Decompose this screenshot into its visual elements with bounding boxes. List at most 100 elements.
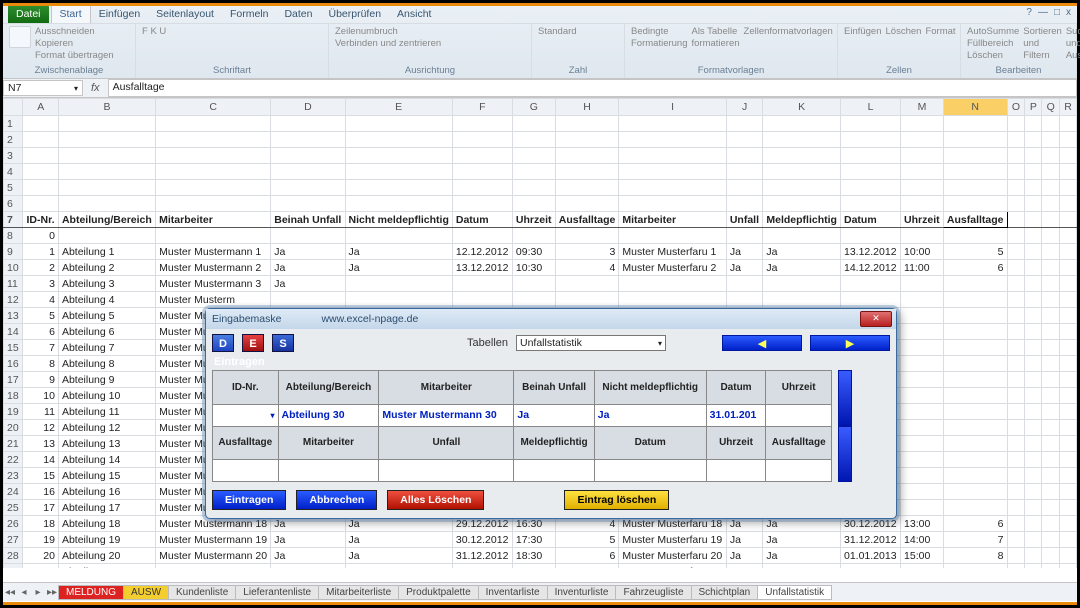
maximize-icon[interactable]: □ (1054, 7, 1060, 18)
cell[interactable] (943, 324, 1007, 340)
cell[interactable]: 1 (23, 244, 58, 260)
cell[interactable]: Ja (345, 532, 452, 548)
cell[interactable] (943, 292, 1007, 308)
row-header[interactable]: 13 (4, 308, 23, 324)
cell[interactable] (1025, 372, 1042, 388)
sheet-tab[interactable]: Schichtplan (691, 585, 759, 600)
cell[interactable]: 8 (23, 356, 58, 372)
col-header-A[interactable]: A (23, 99, 58, 116)
cell[interactable]: Abteilung 4 (58, 292, 155, 308)
cell[interactable] (1060, 564, 1077, 569)
cell[interactable] (1060, 548, 1077, 564)
conditional-format-button[interactable]: Bedingte Formatierung (631, 26, 687, 50)
copy-button[interactable]: Kopieren (35, 38, 114, 50)
cell[interactable]: 09:30 (512, 244, 555, 260)
cell[interactable]: 0 (23, 228, 58, 244)
cell[interactable]: 16:00 (901, 564, 944, 569)
tab-insert[interactable]: Einfügen (91, 5, 148, 23)
col-header-O[interactable]: O (1007, 99, 1025, 116)
cell[interactable]: Ja (271, 276, 345, 292)
form-input-cell[interactable]: 31.01.201 (706, 404, 766, 426)
cell[interactable] (943, 452, 1007, 468)
cell[interactable]: Abteilung 21 (58, 564, 155, 569)
cell[interactable]: Abteilung 8 (58, 356, 155, 372)
cell[interactable]: Ja (345, 260, 452, 276)
next-record-button[interactable]: ▶ (810, 335, 890, 351)
cell[interactable]: Abteilung 16 (58, 484, 155, 500)
col-header-I[interactable]: I (619, 99, 726, 116)
scroll-down-button[interactable] (838, 426, 852, 482)
cell[interactable] (555, 292, 619, 308)
cell[interactable]: Abteilung 9 (58, 372, 155, 388)
cell[interactable] (1042, 308, 1060, 324)
cell[interactable]: Ja (271, 244, 345, 260)
column-header-cell[interactable]: Ausfalltage (555, 212, 619, 228)
cell[interactable]: 31.12.2012 (840, 532, 900, 548)
row-header[interactable]: 29 (4, 564, 23, 569)
row-header[interactable]: 26 (4, 516, 23, 532)
cell[interactable]: Ja (726, 564, 763, 569)
number-format-select[interactable]: Standard (538, 26, 577, 38)
cell[interactable] (1042, 548, 1060, 564)
cell[interactable] (1042, 292, 1060, 308)
tab-formulas[interactable]: Formeln (222, 5, 277, 23)
cell[interactable]: 31.12.2012 (452, 548, 512, 564)
column-header-cell[interactable]: ID-Nr. (23, 212, 58, 228)
cell[interactable] (943, 484, 1007, 500)
cell[interactable] (1007, 436, 1025, 452)
form-input-cell[interactable] (766, 404, 832, 426)
cell[interactable] (1007, 548, 1025, 564)
cell[interactable] (943, 308, 1007, 324)
row-header[interactable]: 3 (4, 148, 23, 164)
cell[interactable]: 4 (555, 260, 619, 276)
col-header-C[interactable]: C (156, 99, 271, 116)
cell[interactable]: Muster Mustermann 1 (156, 244, 271, 260)
mode-d-button[interactable]: D (212, 334, 234, 352)
cell[interactable] (1025, 548, 1042, 564)
cell[interactable] (1042, 532, 1060, 548)
cell[interactable] (901, 308, 944, 324)
cell[interactable]: Ja (763, 244, 841, 260)
cell[interactable] (1042, 500, 1060, 516)
cell[interactable] (1025, 276, 1042, 292)
cell[interactable] (1042, 388, 1060, 404)
column-header-cell[interactable] (1007, 212, 1025, 228)
cell[interactable]: 6 (943, 516, 1007, 532)
merge-center-button[interactable]: Verbinden und zentrieren (335, 38, 441, 50)
cell[interactable]: 9 (943, 564, 1007, 569)
row-header[interactable]: 15 (4, 340, 23, 356)
tab-review[interactable]: Überprüfen (321, 5, 390, 23)
cell[interactable]: 12.12.2012 (452, 244, 512, 260)
cell[interactable] (156, 228, 271, 244)
col-header-H[interactable]: H (555, 99, 619, 116)
table-select[interactable]: Unfallstatistik▾ (516, 335, 666, 351)
sort-filter-button[interactable]: Sortieren und Filtern (1023, 26, 1062, 62)
cell[interactable] (555, 228, 619, 244)
row-header[interactable]: 4 (4, 164, 23, 180)
row-header[interactable]: 17 (4, 372, 23, 388)
cell[interactable]: Abteilung 6 (58, 324, 155, 340)
cell[interactable] (1042, 452, 1060, 468)
cell[interactable] (1007, 468, 1025, 484)
cell[interactable] (345, 228, 452, 244)
wrap-text-button[interactable]: Zeilenumbruch (335, 26, 441, 38)
cell[interactable]: Ja (345, 548, 452, 564)
minimize-icon[interactable]: — (1038, 7, 1048, 18)
cell[interactable] (1060, 516, 1077, 532)
cell[interactable] (512, 276, 555, 292)
cell[interactable] (840, 292, 900, 308)
sheet-tab[interactable]: Produktpalette (398, 585, 479, 600)
cell[interactable] (619, 292, 726, 308)
cell[interactable] (901, 388, 944, 404)
cell[interactable] (1060, 228, 1077, 244)
cell[interactable] (1007, 260, 1025, 276)
cell[interactable] (1042, 324, 1060, 340)
cell[interactable]: Ja (271, 260, 345, 276)
cell[interactable]: 3 (23, 276, 58, 292)
row-header[interactable]: 23 (4, 468, 23, 484)
cell[interactable]: Muster Mustermann 21 (156, 564, 271, 569)
form-input-cell[interactable]: Muster Mustermann 30 (379, 404, 514, 426)
col-header-P[interactable]: P (1025, 99, 1042, 116)
cell[interactable] (1025, 308, 1042, 324)
cell[interactable] (901, 500, 944, 516)
